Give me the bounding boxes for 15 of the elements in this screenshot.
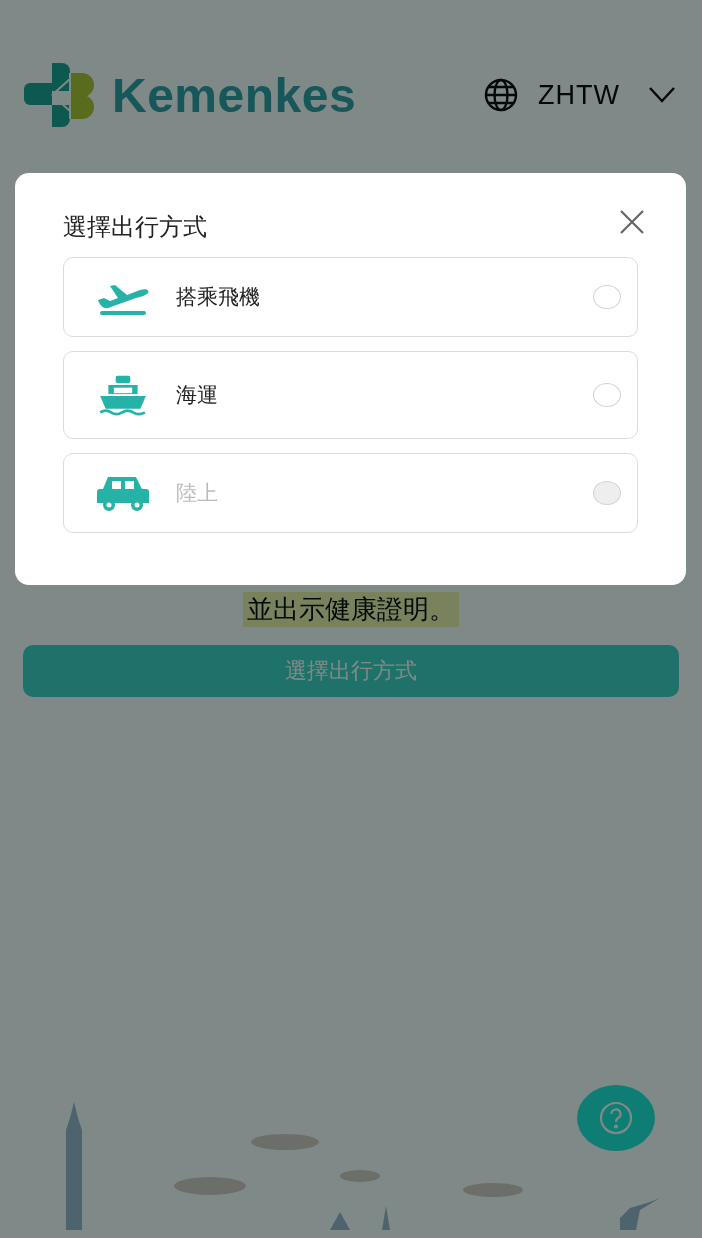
chevron-down-icon[interactable] [648, 86, 676, 104]
radio-button[interactable] [593, 383, 621, 407]
radio-button[interactable] [593, 285, 621, 309]
option-label: 搭乘飛機 [176, 284, 260, 311]
language-selector[interactable]: ZHTW [538, 79, 620, 111]
option-label: 陸上 [176, 480, 218, 507]
dialog-title: 選擇出行方式 [63, 212, 207, 243]
travel-option[interactable]: 搭乘飛機 [63, 257, 638, 337]
globe-icon[interactable] [484, 78, 519, 112]
logo-text: Kemenkes [112, 67, 357, 123]
notice-text: 並出示健康證明。 [243, 592, 459, 627]
close-button[interactable] [618, 208, 646, 236]
option-label: 海運 [176, 382, 218, 409]
travel-option[interactable]: 海運 [63, 351, 638, 439]
help-icon [598, 1100, 634, 1136]
